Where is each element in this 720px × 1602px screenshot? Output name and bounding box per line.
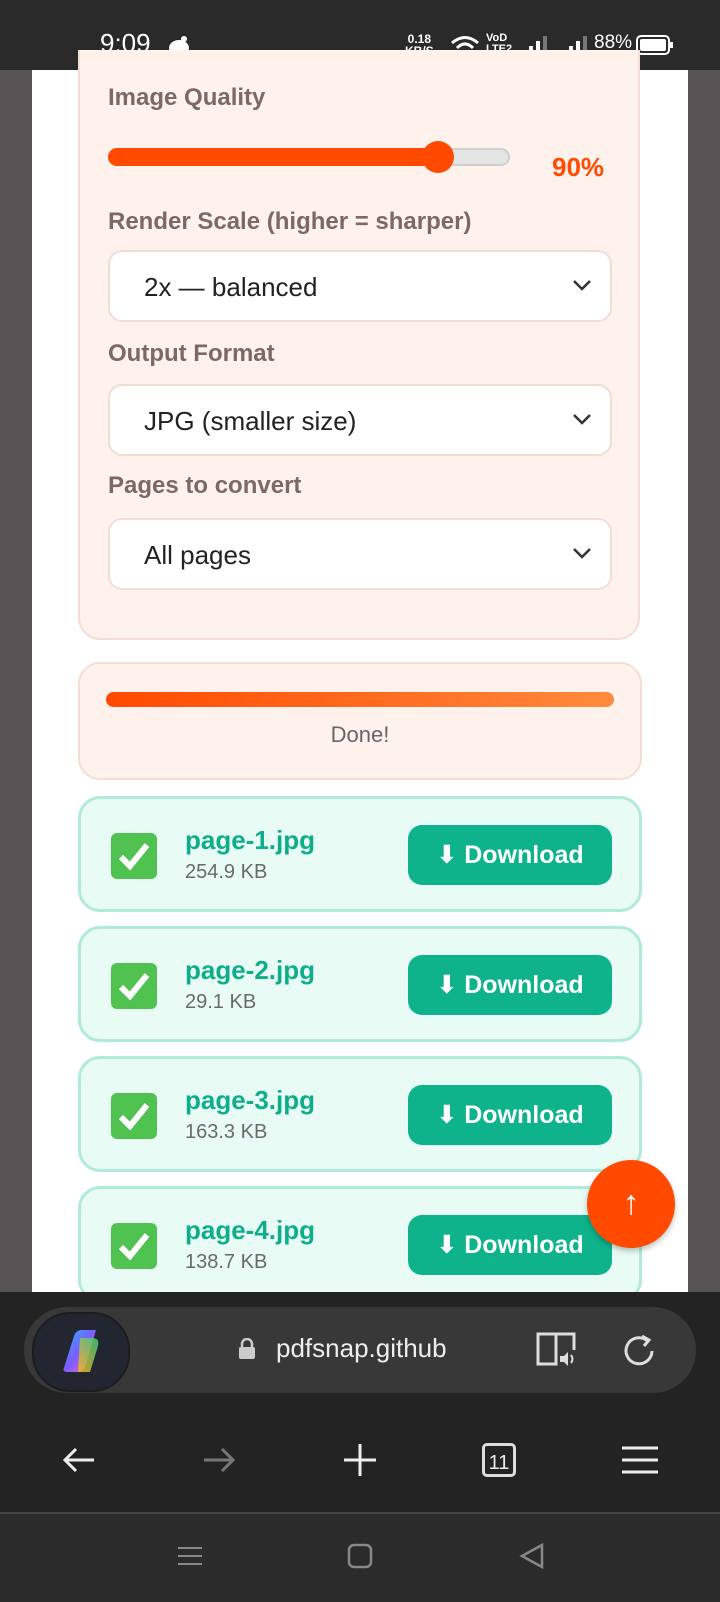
- lock-icon: [239, 1338, 255, 1359]
- image-quality-label: Image Quality: [108, 84, 266, 111]
- file-card: page-3.jpg 163.3 KB ⬇ Download: [78, 1056, 642, 1172]
- back-arrow-icon[interactable]: [60, 1440, 100, 1480]
- battery-icon: [636, 35, 673, 55]
- render-scale-select[interactable]: 2x — balanced: [108, 250, 612, 322]
- progress-bar: [106, 692, 614, 707]
- file-size: 163.3 KB: [185, 1121, 268, 1143]
- home-icon[interactable]: [346, 1542, 374, 1570]
- read-aloud-icon[interactable]: [536, 1330, 580, 1370]
- render-scale-value: 2x — balanced: [144, 272, 318, 302]
- download-button[interactable]: ⬇ Download: [408, 955, 612, 1015]
- file-card: page-1.jpg 254.9 KB ⬇ Download: [78, 796, 642, 912]
- image-quality-slider-fill: [108, 148, 438, 166]
- forward-arrow-icon[interactable]: [198, 1440, 238, 1480]
- file-name: page-3.jpg: [185, 1085, 316, 1115]
- check-icon: [111, 963, 157, 1009]
- pages-to-convert-select[interactable]: All pages: [108, 518, 612, 590]
- output-format-value: JPG (smaller size): [144, 406, 357, 436]
- chevron-down-icon: [573, 414, 591, 425]
- chevron-down-icon: [573, 280, 591, 291]
- new-tab-plus-icon[interactable]: [340, 1440, 380, 1480]
- check-icon: [111, 1223, 157, 1269]
- tabs-button[interactable]: 11: [482, 1443, 516, 1477]
- download-button[interactable]: ⬇ Download: [408, 825, 612, 885]
- progress-card: [78, 662, 642, 780]
- file-name: page-4.jpg: [185, 1215, 316, 1245]
- pages-to-convert-label: Pages to convert: [108, 472, 302, 499]
- image-quality-slider-thumb[interactable]: [421, 141, 454, 173]
- back-triangle-icon[interactable]: [518, 1542, 546, 1570]
- url-text[interactable]: pdfsnap.github: [276, 1333, 462, 1364]
- file-name: page-1.jpg: [185, 825, 316, 855]
- check-icon: [111, 833, 157, 879]
- file-size: 29.1 KB: [185, 991, 257, 1013]
- download-button[interactable]: ⬇ Download: [408, 1215, 612, 1275]
- image-quality-value: 90%: [552, 152, 605, 182]
- file-name: page-2.jpg: [185, 955, 316, 985]
- chevron-down-icon: [573, 548, 591, 559]
- file-size: 254.9 KB: [185, 861, 268, 883]
- download-button[interactable]: ⬇ Download: [408, 1085, 612, 1145]
- scroll-to-top-button[interactable]: ↑: [587, 1160, 675, 1248]
- file-card: page-2.jpg 29.1 KB ⬇ Download: [78, 926, 642, 1042]
- file-size: 138.7 KB: [185, 1251, 268, 1273]
- progress-status: Done!: [330, 722, 390, 747]
- copilot-icon: [63, 1330, 99, 1372]
- file-card: page-4.jpg 138.7 KB ⬇ Download: [78, 1186, 642, 1302]
- check-icon: [111, 1093, 157, 1139]
- menu-icon[interactable]: [620, 1440, 660, 1480]
- output-format-label: Output Format: [108, 340, 275, 367]
- output-format-select[interactable]: JPG (smaller size): [108, 384, 612, 456]
- render-scale-label: Render Scale (higher = sharper): [108, 208, 472, 235]
- pages-to-convert-value: All pages: [144, 540, 251, 570]
- copilot-button[interactable]: [32, 1312, 130, 1392]
- recent-apps-icon[interactable]: [176, 1542, 204, 1570]
- reload-icon[interactable]: [620, 1332, 658, 1370]
